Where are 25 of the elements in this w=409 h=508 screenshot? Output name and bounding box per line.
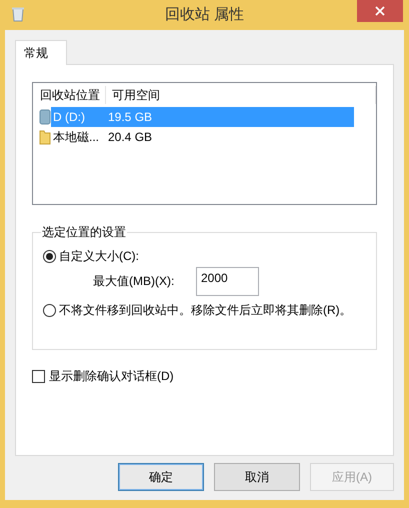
free-space: 20.4 GB	[108, 129, 152, 146]
column-header[interactable]: 可用空间	[106, 86, 376, 104]
close-icon	[375, 6, 385, 16]
location-name: 本地磁...	[52, 129, 100, 146]
group-title: 选定位置的设置	[41, 224, 127, 240]
checkbox[interactable]	[32, 370, 45, 382]
folder-icon	[39, 129, 51, 145]
drive-icon	[39, 109, 51, 125]
dialog-button[interactable]: 取消	[214, 463, 300, 491]
option-label: 不将文件移到回收站中。移除文件后立即将其删除(R)。	[59, 302, 352, 319]
dialog-button[interactable]: 确定	[118, 463, 204, 491]
window-title: 回收站 属性	[164, 4, 244, 25]
free-space: 19.5 GB	[108, 109, 152, 126]
checkbox-label: 显示删除确认对话框(D)	[49, 368, 174, 385]
column-header[interactable]: 回收站位置	[33, 86, 106, 104]
list-row[interactable]: 本地磁... 20.4 GB	[51, 127, 354, 147]
radio-button[interactable]	[43, 304, 56, 316]
option-label: 自定义大小(C):	[59, 248, 139, 265]
tab[interactable]: 常规	[15, 40, 67, 65]
max-size-label: 最大值(MB)(X):	[93, 273, 176, 290]
location-name: D (D:)	[52, 109, 86, 126]
radio-button[interactable]	[43, 250, 56, 262]
max-size-field[interactable]: 2000	[196, 266, 259, 296]
close-button[interactable]	[357, 0, 403, 22]
recycle-bin-icon	[11, 6, 25, 22]
